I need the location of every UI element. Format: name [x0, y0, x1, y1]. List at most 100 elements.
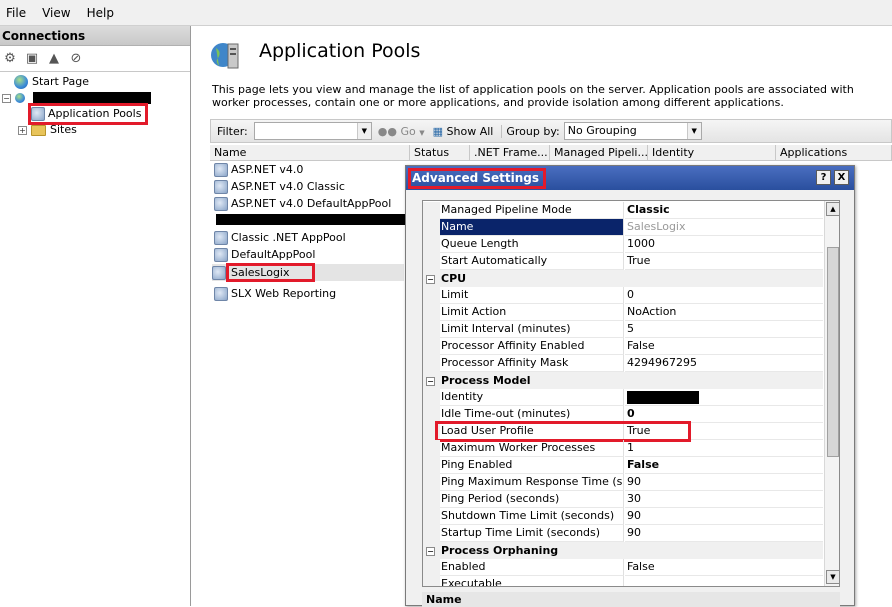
property-row[interactable]: Maximum Worker Processes 1 [423, 440, 823, 457]
show-all-button[interactable]: ▦ Show All [433, 125, 494, 138]
property-row[interactable]: Startup Time Limit (seconds) 90 [423, 525, 823, 542]
column-name[interactable]: Name [210, 145, 410, 161]
advanced-settings-dialog: Advanced Settings ? X Managed Pipeline M… [405, 165, 855, 607]
filter-label: Filter: [217, 124, 248, 138]
property-row[interactable]: Shutdown Time Limit (seconds) 90 [423, 508, 823, 525]
property-row[interactable]: Start Automatically True [423, 253, 823, 270]
collapse-icon[interactable]: − [2, 93, 11, 103]
pool-name: SalesLogix [226, 263, 315, 282]
property-row[interactable]: Idle Time-out (minutes) 0 [423, 406, 823, 423]
disconnect-icon[interactable]: ⊘ [68, 51, 84, 67]
property-row-selected[interactable]: Name SalesLogix [423, 219, 823, 236]
category-process-orphaning[interactable]: − Process Orphaning [423, 542, 823, 559]
go-button[interactable]: ●● Go ▼ [378, 125, 425, 138]
property-value[interactable]: 1000 [625, 236, 823, 253]
pool-list-header: Name Status .NET Frame... Managed Pipeli… [210, 145, 892, 161]
pool-row[interactable]: SLX Web Reporting [214, 285, 336, 302]
tree-item-start-page[interactable]: Start Page [4, 74, 89, 90]
property-row[interactable]: Queue Length 1000 [423, 236, 823, 253]
property-row[interactable]: Processor Affinity Mask 4294967295 [423, 355, 823, 372]
property-value[interactable]: 90 [625, 474, 823, 491]
property-value[interactable]: 90 [625, 525, 823, 542]
menu-view[interactable]: View [36, 6, 80, 20]
pool-row[interactable]: ASP.NET v4.0 Classic [214, 178, 345, 195]
property-row[interactable]: Enabled False [423, 559, 823, 576]
server-icon [15, 93, 25, 103]
pool-name: SLX Web Reporting [231, 287, 337, 300]
pool-row[interactable]: ASP.NET v4.0 DefaultAppPool [214, 195, 391, 212]
property-row[interactable]: Ping Maximum Response Time (seconds)90 [423, 474, 823, 491]
scroll-thumb[interactable] [827, 247, 839, 457]
property-value[interactable]: 0 [625, 287, 823, 304]
menu-help[interactable]: Help [81, 6, 124, 20]
collapse-icon[interactable]: − [426, 376, 435, 386]
column-net-framework[interactable]: .NET Frame... [470, 145, 550, 161]
connect-icon[interactable]: ⚙ [2, 51, 18, 67]
menu-file[interactable]: File [0, 6, 36, 20]
property-name: Limit [440, 287, 624, 304]
property-value[interactable]: SalesLogix [625, 219, 823, 236]
property-row[interactable]: Ping Period (seconds) 30 [423, 491, 823, 508]
property-row[interactable]: Limit Interval (minutes) 5 [423, 321, 823, 338]
help-button[interactable]: ? [816, 170, 831, 185]
dropdown-arrow-icon[interactable]: ▼ [356, 123, 371, 139]
property-row-load-user-profile[interactable]: Load User Profile True [423, 421, 823, 442]
category-cpu[interactable]: − CPU [423, 270, 823, 287]
filter-input[interactable]: ▼ [253, 122, 372, 140]
collapse-icon[interactable]: − [426, 546, 435, 556]
close-button[interactable]: X [834, 170, 849, 185]
collapse-icon[interactable]: − [426, 274, 435, 284]
column-managed-pipeline[interactable]: Managed Pipeli... [550, 145, 648, 161]
property-value[interactable]: 5 [625, 321, 823, 338]
tree-item-server[interactable]: − [2, 90, 151, 106]
property-value[interactable]: 4294967295 [625, 355, 823, 372]
property-value[interactable]: 1 [625, 440, 823, 457]
expand-icon[interactable]: + [18, 125, 27, 135]
category-label: CPU [441, 272, 467, 285]
pool-row[interactable]: ASP.NET v4.0 [214, 161, 303, 178]
scroll-down-icon[interactable]: ▼ [826, 570, 839, 584]
property-value[interactable]: False [625, 559, 823, 576]
pool-name: ASP.NET v4.0 [231, 163, 304, 176]
property-value[interactable]: 30 [625, 491, 823, 508]
scroll-up-icon[interactable]: ▲ [826, 202, 839, 216]
pool-row[interactable]: Classic .NET AppPool [214, 229, 346, 246]
property-value[interactable] [625, 576, 823, 586]
property-row[interactable]: Executable [423, 576, 823, 586]
connections-toolbar: ⚙ ▣ ▲ ⊘ [0, 46, 190, 72]
app-pool-icon [214, 287, 228, 301]
property-value[interactable]: Classic [625, 202, 823, 219]
property-value[interactable]: False [625, 457, 823, 474]
app-pool-icon [214, 248, 228, 262]
pool-name: DefaultAppPool [231, 248, 316, 261]
category-process-model[interactable]: − Process Model [423, 372, 823, 389]
tree-item-application-pools[interactable]: Application Pools [28, 103, 148, 125]
up-folder-icon[interactable]: ▲ [46, 51, 62, 67]
property-row[interactable]: Ping Enabled False [423, 457, 823, 474]
save-icon[interactable]: ▣ [24, 51, 40, 67]
property-name: Enabled [440, 559, 624, 576]
column-identity[interactable]: Identity [648, 145, 776, 161]
pool-row[interactable]: DefaultAppPool [214, 246, 315, 263]
redacted-pool-row[interactable] [216, 214, 408, 225]
property-grid-scrollbar[interactable]: ▲ ▼ [824, 201, 839, 586]
app-pool-icon [214, 231, 228, 245]
pool-row-selected[interactable]: SalesLogix [212, 263, 404, 282]
property-value[interactable]: False [625, 338, 823, 355]
property-value[interactable]: 0 [625, 406, 823, 423]
column-applications[interactable]: Applications [776, 145, 892, 161]
property-value[interactable] [625, 389, 823, 406]
property-value[interactable]: NoAction [625, 304, 823, 321]
tree-item-sites[interactable]: + Sites [18, 122, 77, 138]
property-row[interactable]: Identity [423, 389, 823, 406]
property-row[interactable]: Managed Pipeline Mode Classic [423, 202, 823, 219]
property-row[interactable]: Limit Action NoAction [423, 304, 823, 321]
group-by-select[interactable]: No Grouping ▼ [563, 122, 702, 140]
property-value[interactable]: 90 [625, 508, 823, 525]
column-status[interactable]: Status [410, 145, 470, 161]
app-pool-icon [214, 197, 228, 211]
dropdown-arrow-icon[interactable]: ▼ [686, 123, 701, 139]
property-value[interactable]: True [625, 253, 823, 270]
property-row[interactable]: Processor Affinity Enabled False [423, 338, 823, 355]
property-row[interactable]: Limit 0 [423, 287, 823, 304]
